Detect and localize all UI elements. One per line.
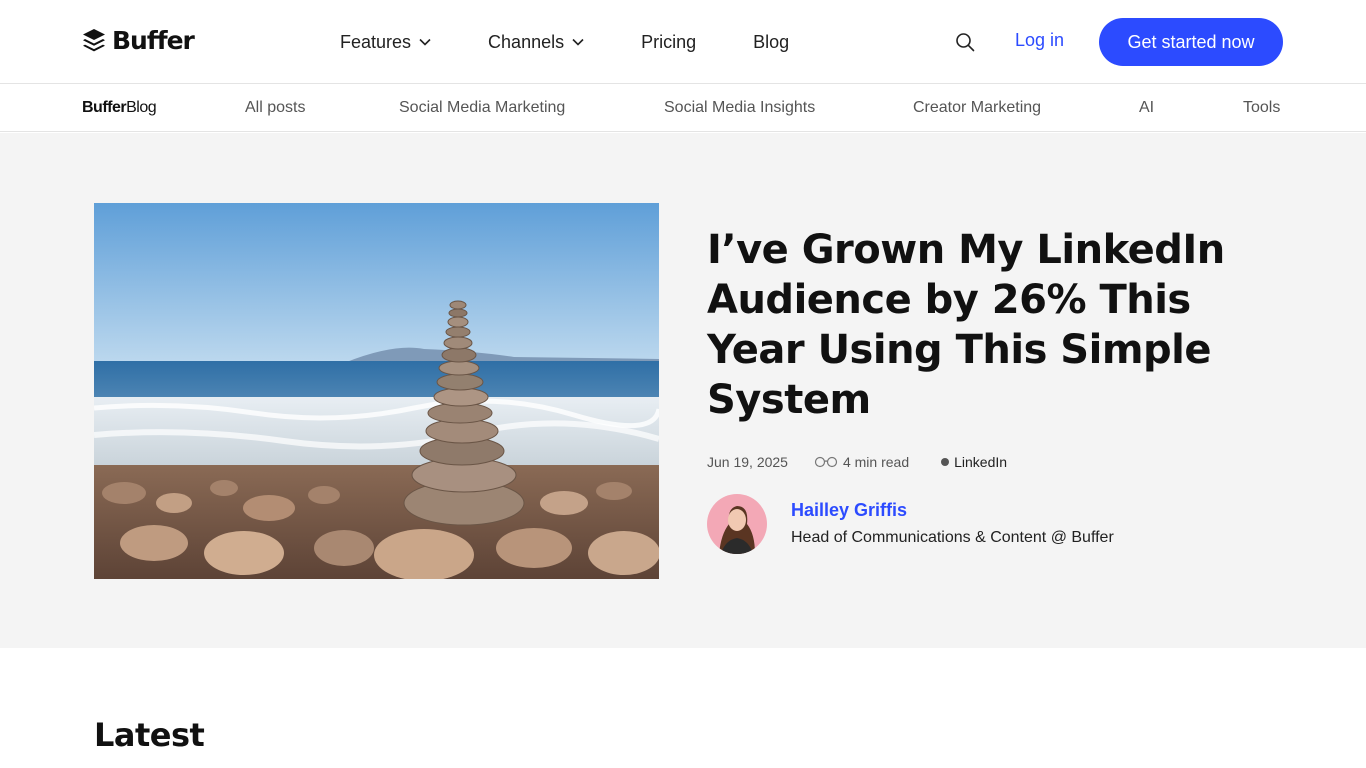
- buffer-logo[interactable]: Buffer: [82, 26, 195, 55]
- buffer-stack-icon: [83, 28, 105, 51]
- article-title[interactable]: I’ve Grown My LinkedIn Audience by 26% T…: [707, 225, 1267, 425]
- subnav-social-media-marketing[interactable]: Social Media Marketing: [399, 99, 565, 117]
- chevron-down-icon: [419, 38, 431, 46]
- menu-features-label: Features: [340, 31, 412, 52]
- menu-channels[interactable]: Channels: [488, 32, 584, 53]
- buffer-blog-logo[interactable]: BufferBlog: [82, 99, 157, 117]
- author-name[interactable]: Hailley Griffis: [791, 500, 907, 521]
- read-time-label: 4 min read: [842, 454, 910, 470]
- login-link[interactable]: Log in: [1015, 30, 1064, 51]
- topic-tag[interactable]: LinkedIn: [941, 454, 1007, 470]
- main-menu: Features Channels Pricing Blog: [340, 0, 846, 84]
- chevron-down-icon: [572, 38, 584, 46]
- subnav-creator-marketing[interactable]: Creator Marketing: [913, 99, 1041, 117]
- topic-tag-label: LinkedIn: [954, 454, 1008, 470]
- get-started-button[interactable]: Get started now: [1099, 18, 1283, 66]
- glasses-icon: [814, 456, 838, 468]
- menu-features[interactable]: Features: [340, 32, 431, 53]
- menu-channels-label: Channels: [488, 31, 565, 52]
- blog-subnav: BufferBlog All posts Social Media Market…: [0, 85, 1366, 132]
- author-avatar[interactable]: [707, 494, 767, 554]
- top-navigation: Buffer Features Channels Pricing Blog Lo…: [0, 0, 1366, 84]
- read-time: 4 min read: [814, 454, 909, 470]
- article-hero-image[interactable]: [94, 203, 659, 579]
- subnav-all-posts[interactable]: All posts: [245, 99, 305, 117]
- tag-dot-icon: [941, 458, 950, 466]
- subnav-ai[interactable]: AI: [1139, 99, 1154, 117]
- subnav-social-media-insights[interactable]: Social Media Insights: [664, 99, 815, 117]
- menu-pricing[interactable]: Pricing: [641, 32, 696, 53]
- menu-pricing-label: Pricing: [641, 31, 697, 52]
- latest-heading: Latest: [94, 716, 205, 754]
- brand-name: Buffer: [112, 26, 195, 55]
- author-role: Head of Communications & Content @ Buffe…: [791, 529, 1114, 546]
- article-meta: Jun 19, 2025 4 min read LinkedIn: [707, 454, 1007, 470]
- publish-date: Jun 19, 2025: [707, 454, 788, 470]
- menu-blog-label: Blog: [753, 31, 790, 52]
- menu-blog[interactable]: Blog: [753, 32, 789, 53]
- sublogo-rest: Blog: [126, 99, 157, 116]
- featured-article: I’ve Grown My LinkedIn Audience by 26% T…: [0, 133, 1366, 648]
- sublogo-bold: Buffer: [82, 99, 127, 116]
- subnav-tools[interactable]: Tools: [1243, 99, 1280, 117]
- search-icon[interactable]: [955, 32, 975, 52]
